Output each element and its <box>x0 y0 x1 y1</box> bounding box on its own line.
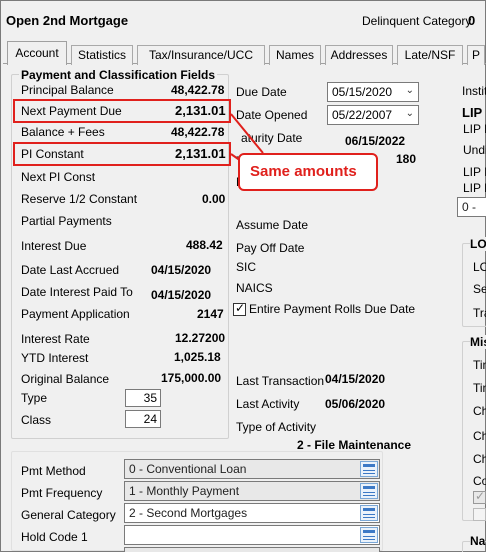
tra-label: Tra <box>473 306 486 320</box>
general-category-label: General Category <box>21 508 116 522</box>
lookup-grid-icon[interactable] <box>360 461 378 477</box>
tab-account[interactable]: Account <box>7 41 67 65</box>
lookup-grid-icon[interactable] <box>360 483 378 499</box>
general-category-value: 2 - Second Mortgages <box>129 506 248 520</box>
next-field-partial[interactable] <box>124 547 380 552</box>
lookup-grid-icon[interactable] <box>360 527 378 543</box>
hold-code-select[interactable] <box>124 525 380 545</box>
pmt-method-label: Pmt Method <box>21 464 86 478</box>
lip-d-label: LIP D <box>463 122 486 136</box>
pmt-frequency-value: 1 - Monthly Payment <box>129 484 240 498</box>
same-amounts-callout: Same amounts <box>238 153 378 191</box>
mis-title: Mis <box>470 335 486 349</box>
tin2-label: Tin <box>473 381 486 395</box>
ch2-label: Ch <box>473 429 486 443</box>
pmt-method-value: 0 - Conventional Loan <box>129 462 247 476</box>
pmt-frequency-label: Pmt Frequency <box>21 486 103 500</box>
lo-title: LO <box>470 237 486 251</box>
mis-checkbox-1[interactable]: ✓ <box>473 489 486 504</box>
lip-select[interactable]: 0 - <box>457 197 486 217</box>
tin1-label: Tin <box>473 358 486 372</box>
general-category-select[interactable]: 2 - Second Mortgages <box>124 503 380 523</box>
mis-checkbox-2[interactable] <box>473 508 486 521</box>
pmt-method-select[interactable]: 0 - Conventional Loan <box>124 459 380 479</box>
callout-arrow-top <box>230 113 264 154</box>
pmt-frequency-select[interactable]: 1 - Monthly Payment <box>124 481 380 501</box>
ch1-label: Ch <box>473 404 486 418</box>
se-label: Se <box>473 282 486 296</box>
ch3-label: Ch <box>473 452 486 466</box>
hold-code-label: Hold Code 1 <box>21 530 88 544</box>
window-frame: Open 2nd Mortgage Delinquent Category 0 … <box>0 0 486 552</box>
institution-label: Institu <box>462 84 486 98</box>
lip-m-label: LIP M <box>463 181 486 195</box>
lip-title: LIP I <box>462 105 486 120</box>
co-label: Co <box>473 474 486 488</box>
lo-label: LO <box>473 260 486 274</box>
na-title: Na <box>470 534 486 548</box>
undis-label: Undis <box>463 143 486 157</box>
lip-in-label: LIP In <box>463 165 486 179</box>
lookup-grid-icon[interactable] <box>360 505 378 521</box>
checkmark-icon: ✓ <box>475 489 486 503</box>
